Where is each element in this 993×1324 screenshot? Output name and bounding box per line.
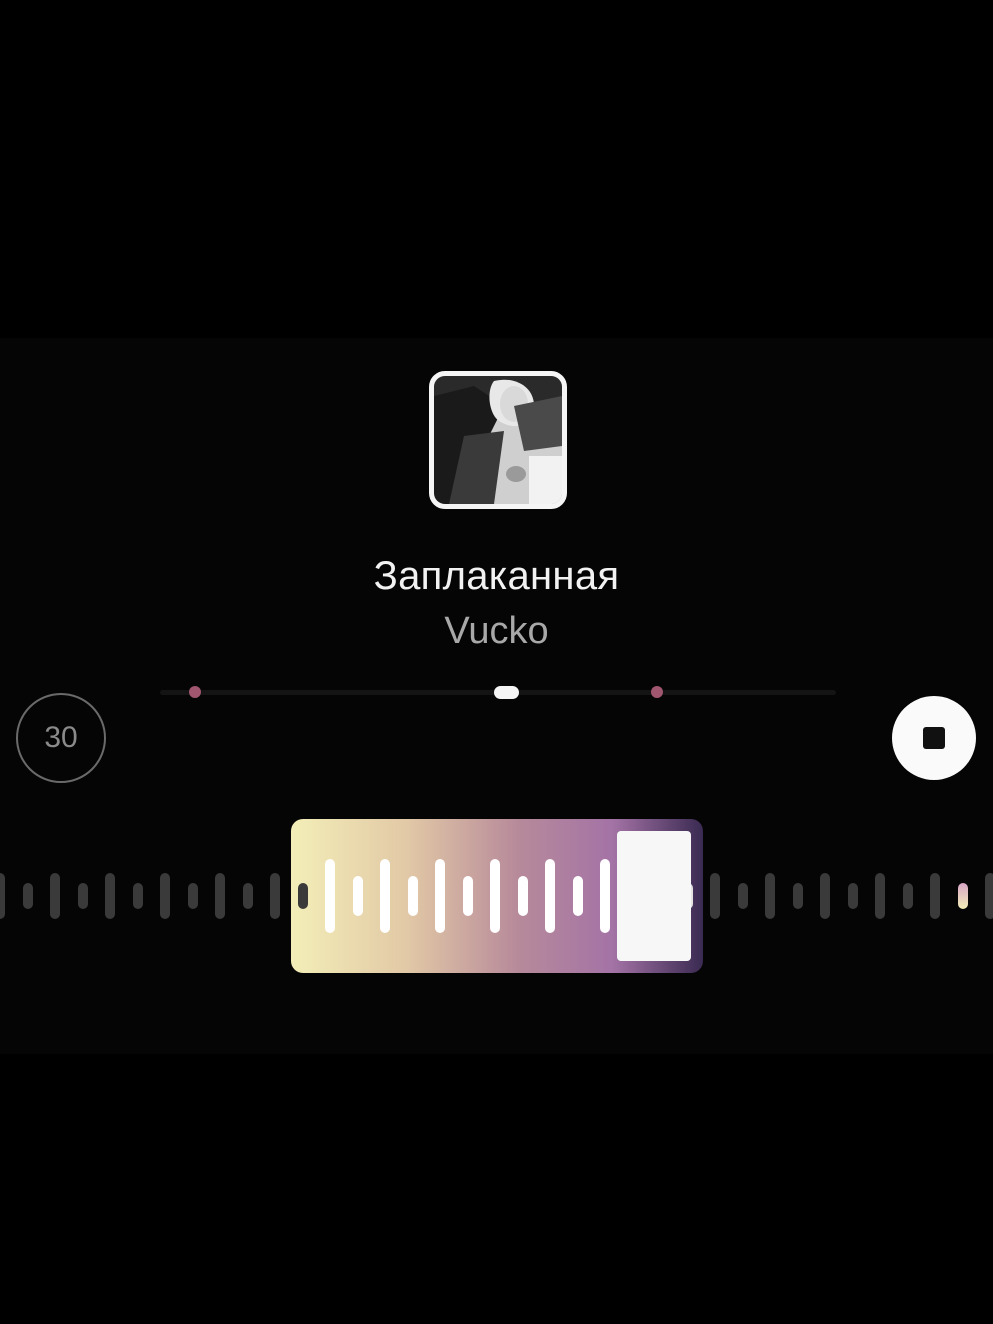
duration-label: 30 xyxy=(44,721,78,754)
waveform-bar xyxy=(22,883,33,909)
scrub-marker xyxy=(651,686,663,698)
waveform-bar xyxy=(380,859,390,933)
album-art-image xyxy=(434,376,562,504)
waveform-bar xyxy=(792,883,803,909)
waveform-bar xyxy=(325,859,335,933)
waveform-bar xyxy=(160,873,170,919)
stop-icon xyxy=(923,727,945,749)
waveform-bar xyxy=(270,873,280,919)
waveform-bar xyxy=(187,883,198,909)
waveform-bar xyxy=(710,873,720,919)
waveform-bar xyxy=(737,883,748,909)
album-art xyxy=(429,371,567,509)
waveform-bar xyxy=(215,873,225,919)
scrub-marker xyxy=(189,686,201,698)
waveform-bar xyxy=(545,859,555,933)
waveform-bar xyxy=(297,883,308,909)
waveform-bar xyxy=(902,883,913,909)
waveform-bar xyxy=(930,873,940,919)
waveform-bar xyxy=(572,876,583,916)
waveform-bar xyxy=(435,859,445,933)
waveform-bar xyxy=(0,873,5,919)
waveform-bar xyxy=(50,873,60,919)
waveform-bar xyxy=(600,859,610,933)
waveform-bar xyxy=(462,876,473,916)
waveform-bar xyxy=(77,883,88,909)
scrub-handle[interactable] xyxy=(494,686,519,699)
waveform-bar xyxy=(105,873,115,919)
waveform-bar xyxy=(490,859,500,933)
stop-button[interactable] xyxy=(892,696,976,780)
selection-handle[interactable] xyxy=(617,831,691,961)
waveform-bar xyxy=(765,873,775,919)
waveform-bar xyxy=(847,883,858,909)
waveform-bar xyxy=(957,883,968,909)
track-artist: Vucko xyxy=(444,610,549,652)
waveform-bar xyxy=(517,876,528,916)
music-picker-screen: Заплаканная Vucko 30 xyxy=(0,0,993,1324)
waveform-bar xyxy=(132,883,143,909)
waveform[interactable] xyxy=(0,818,993,974)
waveform-bar xyxy=(820,873,830,919)
duration-button[interactable]: 30 xyxy=(16,693,106,783)
waveform-bar xyxy=(352,876,363,916)
waveform-bar xyxy=(407,876,418,916)
waveform-bar xyxy=(242,883,253,909)
waveform-bar xyxy=(875,873,885,919)
track-title: Заплаканная xyxy=(373,554,620,598)
waveform-bar xyxy=(985,873,993,919)
